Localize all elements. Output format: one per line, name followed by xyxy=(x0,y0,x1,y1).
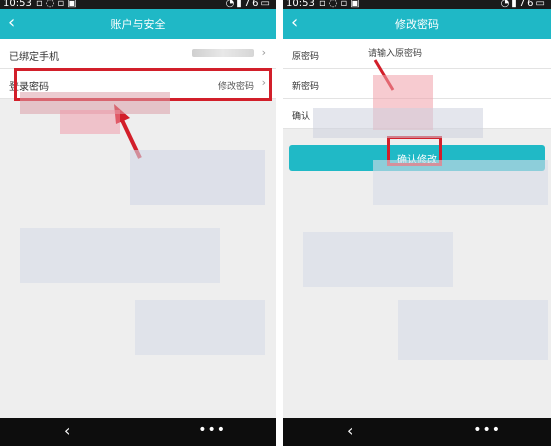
page-title: 账户与安全 xyxy=(110,18,166,31)
app-header: ‹ 修改密码 xyxy=(283,9,551,39)
system-nav-bar: ‹ ••• xyxy=(283,418,551,446)
blurred-overlay xyxy=(398,300,548,360)
blurred-overlay xyxy=(303,232,453,287)
blurred-overlay xyxy=(130,150,265,205)
blurred-overlay xyxy=(373,160,548,205)
old-password-field: 原密码 xyxy=(283,39,551,69)
notification-icons: ▫◌▫▣ xyxy=(319,0,363,9)
page-title: 修改密码 xyxy=(395,18,439,31)
blurred-overlay xyxy=(313,108,483,138)
new-password-label: 新密码 xyxy=(292,82,320,92)
blurred-overlay xyxy=(135,300,265,355)
battery-icon: ▭ xyxy=(535,0,547,9)
signal-icon: ▮ xyxy=(236,0,244,9)
screen-divider xyxy=(276,0,283,446)
bound-phone-label: 已绑定手机 xyxy=(9,52,59,63)
blurred-overlay xyxy=(20,228,220,283)
chevron-right-icon: › xyxy=(261,46,266,59)
left-phone-screen: 10:53 ▫◌▫▣ ◔▮76▭ ‹ 账户与安全 已绑定手机 › 登录密码 修改… xyxy=(0,0,276,446)
blurred-overlay xyxy=(60,110,120,134)
status-bar: 10:53 ▫◌▫▣ ◔▮76▭ xyxy=(0,0,276,9)
battery-level: 76 xyxy=(243,0,261,9)
system-nav-bar: ‹ ••• xyxy=(0,418,276,446)
right-phone-screen: 10:53 ▫◌▫▣ ◔▮76▭ ‹ 修改密码 原密码 新密码 确认 确认修改 … xyxy=(283,0,551,446)
menu-dots-icon[interactable]: ••• xyxy=(198,422,226,438)
status-time: 10:53 xyxy=(286,0,315,9)
bound-phone-value xyxy=(192,49,254,60)
wifi-icon: ◔ xyxy=(225,0,237,9)
system-icons: ◔▮76▭ xyxy=(226,0,272,9)
system-icons: ◔▮76▭ xyxy=(501,0,547,9)
menu-dots-icon[interactable]: ••• xyxy=(473,422,501,438)
notification-icons: ▫◌▫▣ xyxy=(36,0,80,9)
nav-back-icon[interactable]: ‹ xyxy=(347,421,353,440)
nav-back-icon[interactable]: ‹ xyxy=(64,421,70,440)
bound-phone-row[interactable]: 已绑定手机 › xyxy=(0,39,276,69)
battery-level: 76 xyxy=(518,0,536,9)
masked-phone-number xyxy=(192,49,254,57)
app-header: ‹ 账户与安全 xyxy=(0,9,276,39)
old-password-label: 原密码 xyxy=(292,52,320,62)
battery-icon: ▭ xyxy=(260,0,272,9)
status-bar: 10:53 ▫◌▫▣ ◔▮76▭ xyxy=(283,0,551,9)
signal-icon: ▮ xyxy=(511,0,519,9)
confirm-password-label: 确认 xyxy=(292,112,311,122)
wifi-icon: ◔ xyxy=(500,0,512,9)
status-time: 10:53 xyxy=(3,0,32,9)
